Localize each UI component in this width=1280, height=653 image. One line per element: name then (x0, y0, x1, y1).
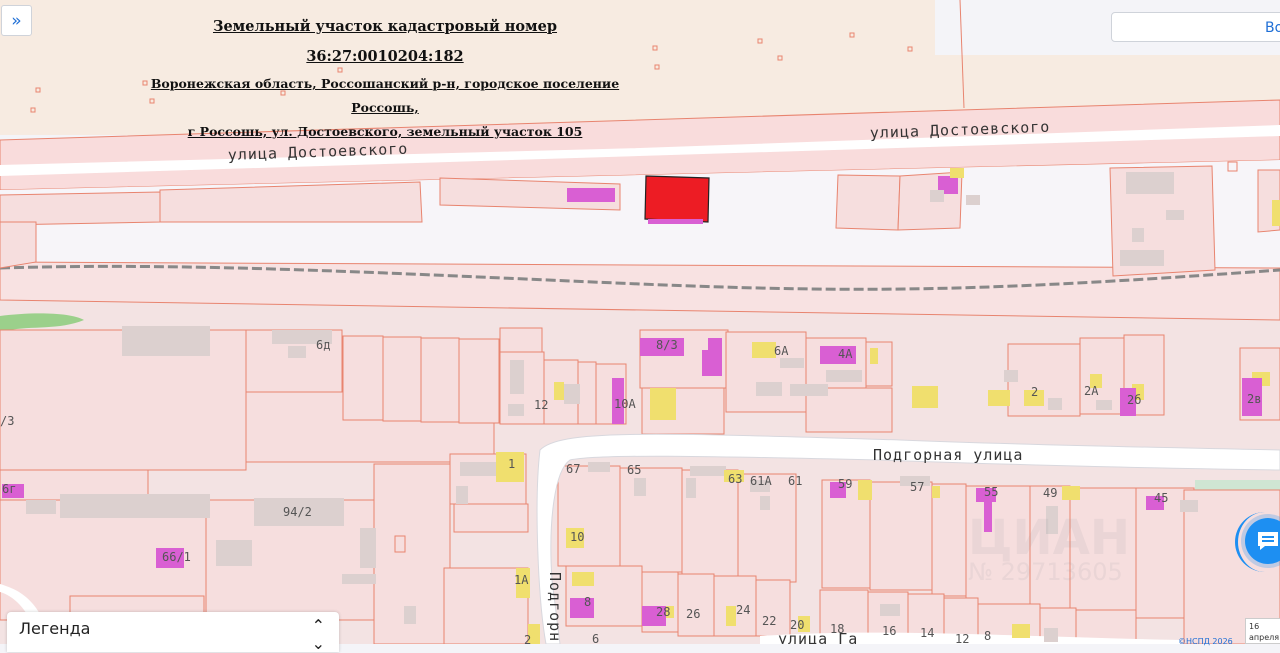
house-number-label: 61 (788, 474, 802, 488)
house-number-label: 65 (627, 463, 641, 477)
house-number-label: 12 (955, 632, 969, 644)
house-number-label: 6 (592, 632, 599, 644)
house-number-label: 67 (566, 462, 580, 476)
house-number-label: /3 (0, 414, 14, 428)
parcel-header: Земельный участок кадастровый номер 36:2… (140, 12, 630, 144)
parcel-address-line2: г Россошь, ул. Достоевского, земельный у… (187, 124, 583, 139)
house-number-label: 16 (882, 624, 896, 638)
house-number-label: 49 (1043, 486, 1057, 500)
house-number-label: 8 (584, 595, 591, 609)
house-number-label: 94/2 (283, 505, 312, 519)
expand-panel-button[interactable]: » (1, 5, 32, 36)
house-number-label: 6А (774, 344, 789, 358)
house-number-label: 10А (614, 397, 636, 411)
street-label: Подгорная улица (873, 446, 1023, 464)
house-number-label: 1А (514, 573, 529, 587)
house-number-label: 10 (570, 530, 584, 544)
street-label: Подгорн (546, 572, 564, 642)
watermark-id: № 29713605 (968, 558, 1123, 586)
house-number-label: 61А (750, 474, 772, 488)
parcel-title: Земельный участок кадастровый номер 36:2… (212, 18, 558, 65)
top-right-button[interactable]: Во (1111, 12, 1280, 42)
house-number-label: 1 (508, 457, 515, 471)
legend-label: Легенда (19, 619, 91, 638)
house-number-label: 8/3 (656, 338, 678, 352)
house-number-label: 45 (1154, 491, 1168, 505)
house-number-label: 6д (316, 338, 330, 352)
house-number-label: 12 (534, 398, 548, 412)
chevron-up-down-icon: ⌃ ⌄ (311, 616, 325, 653)
double-chevron-right-icon: » (11, 10, 22, 31)
parcel-address-line1: Воронежская область, Россошанский р-н, г… (150, 76, 620, 115)
house-number-label: 66/1 (162, 550, 191, 564)
house-number-label: 6г (2, 482, 16, 496)
street-label: улица Га (778, 630, 858, 644)
house-number-label: 22 (762, 614, 776, 628)
house-number-label: 63 (728, 472, 742, 486)
house-number-label: 55 (984, 485, 998, 499)
house-number-label: 26 (686, 607, 700, 621)
copyright-link[interactable]: ©НСПД 2026 (1178, 637, 1233, 646)
house-number-label: 2в (1247, 392, 1261, 406)
house-number-label: 24 (736, 603, 750, 617)
house-number-label: 59 (838, 477, 852, 491)
house-number-label: 2А (1084, 384, 1099, 398)
house-number-label: 2 (524, 633, 531, 644)
chat-icon (1258, 532, 1278, 550)
house-number-label: 2 (1031, 385, 1038, 399)
house-number-label: 57 (910, 480, 924, 494)
house-number-label: 18 (830, 622, 844, 636)
house-number-label: 2б (1127, 393, 1141, 407)
house-number-label: 20 (790, 618, 804, 632)
house-number-label: 14 (920, 626, 934, 640)
house-number-label: 8 (984, 629, 991, 643)
date-box: 16 апреля четверг (1245, 618, 1280, 644)
selected-parcel (644, 175, 710, 223)
legend-panel[interactable]: Легенда ⌃ ⌄ (7, 612, 339, 653)
house-number-label: 28 (656, 605, 670, 619)
house-number-label: 4А (838, 347, 853, 361)
